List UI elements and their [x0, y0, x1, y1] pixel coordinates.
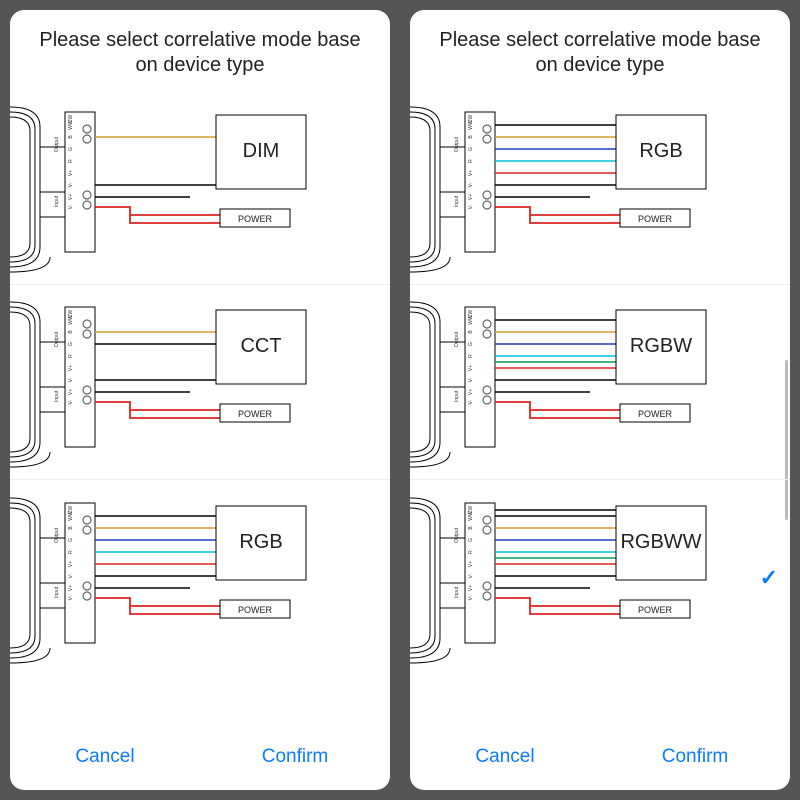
svg-text:Output: Output: [54, 136, 60, 152]
mode-select-modal: Please select correlative mode base on d…: [10, 10, 390, 790]
svg-text:V-: V-: [468, 399, 474, 404]
mode-select-modal: Please select correlative mode base on d…: [410, 10, 790, 790]
svg-text:V-: V-: [468, 595, 474, 600]
wiring-diagram-icon: Output Input V-V+V-V+RGBWWCW RGB POWER: [10, 488, 350, 668]
svg-text:POWER: POWER: [638, 214, 673, 224]
svg-text:B: B: [68, 330, 74, 334]
svg-text:V-: V-: [68, 377, 74, 382]
svg-text:G: G: [68, 147, 74, 151]
svg-text:V-: V-: [468, 377, 474, 382]
wiring-diagram-icon: Output Input V-V+V-V+RGBWWCW CCT POWER: [10, 292, 350, 472]
mode-option-rgbww[interactable]: Output Input V-V+V-V+RGBWWCW RGBWW POWER…: [410, 480, 790, 675]
svg-text:Input: Input: [54, 390, 60, 402]
mode-option-rgb[interactable]: Output Input V-V+V-V+RGBWWCW RGB POWER: [10, 480, 390, 675]
svg-text:CW: CW: [68, 115, 74, 124]
svg-text:B: B: [68, 525, 74, 529]
svg-text:Input: Input: [454, 586, 460, 598]
mode-option-rgb[interactable]: Output Input V-V+V-V+RGBWWCW RGB POWER: [410, 90, 790, 285]
svg-text:Output: Output: [454, 331, 460, 347]
svg-text:Input: Input: [54, 195, 60, 207]
svg-text:V+: V+: [68, 170, 74, 176]
svg-text:V-: V-: [68, 573, 74, 578]
svg-text:Input: Input: [54, 586, 60, 598]
svg-text:G: G: [468, 537, 474, 541]
mode-label: DIM: [243, 140, 280, 162]
svg-text:V-: V-: [468, 182, 474, 187]
svg-text:V+: V+: [68, 194, 74, 200]
mode-label: RGB: [239, 531, 282, 553]
svg-text:R: R: [68, 549, 74, 553]
svg-text:CW: CW: [68, 505, 74, 514]
svg-text:B: B: [468, 330, 474, 334]
svg-text:V+: V+: [468, 584, 474, 590]
svg-text:Input: Input: [454, 390, 460, 402]
svg-text:Output: Output: [454, 527, 460, 543]
svg-text:B: B: [68, 135, 74, 139]
svg-text:Output: Output: [54, 527, 60, 543]
svg-text:G: G: [68, 342, 74, 346]
svg-text:V-: V-: [468, 204, 474, 209]
svg-text:V-: V-: [68, 399, 74, 404]
svg-text:CW: CW: [468, 310, 474, 319]
svg-text:R: R: [468, 354, 474, 358]
svg-text:V+: V+: [68, 560, 74, 566]
confirm-button[interactable]: Confirm: [200, 746, 390, 768]
svg-text:V+: V+: [68, 584, 74, 590]
svg-text:G: G: [68, 537, 74, 541]
svg-text:V+: V+: [468, 194, 474, 200]
modal-title: Please select correlative mode base on d…: [410, 10, 790, 90]
svg-text:POWER: POWER: [638, 605, 673, 615]
modal-title: Please select correlative mode base on d…: [10, 10, 390, 90]
wiring-diagram-icon: Output Input V-V+V-V+RGBWWCW DIM POWER: [10, 97, 350, 277]
wiring-diagram-icon: Output Input V-V+V-V+RGBWWCW RGBWW POWER: [410, 488, 750, 668]
svg-text:R: R: [468, 159, 474, 163]
svg-text:G: G: [468, 342, 474, 346]
wiring-diagram-icon: Output Input V-V+V-V+RGBWWCW RGB POWER: [410, 97, 750, 277]
svg-text:CW: CW: [68, 310, 74, 319]
svg-text:V+: V+: [468, 365, 474, 371]
modal-footer: Cancel Confirm: [10, 734, 390, 790]
confirm-button[interactable]: Confirm: [600, 746, 790, 768]
cancel-button[interactable]: Cancel: [410, 746, 600, 768]
mode-label: RGBWW: [620, 531, 701, 553]
options-list[interactable]: Output Input V-V+V-V+RGBWWCW DIM POWER: [10, 90, 390, 734]
mode-option-rgbw[interactable]: Output Input V-V+V-V+RGBWWCW RGBW POWER: [410, 285, 790, 480]
svg-text:POWER: POWER: [238, 409, 273, 419]
svg-text:POWER: POWER: [238, 214, 273, 224]
left-screen: Please select correlative mode base on d…: [0, 0, 400, 800]
svg-text:V-: V-: [68, 595, 74, 600]
svg-text:Output: Output: [454, 136, 460, 152]
svg-text:G: G: [468, 147, 474, 151]
svg-text:POWER: POWER: [638, 409, 673, 419]
svg-text:Output: Output: [54, 331, 60, 347]
svg-text:POWER: POWER: [238, 605, 273, 615]
svg-text:R: R: [68, 159, 74, 163]
svg-text:B: B: [468, 525, 474, 529]
svg-text:B: B: [468, 135, 474, 139]
mode-option-cct[interactable]: Output Input V-V+V-V+RGBWWCW CCT POWER: [10, 285, 390, 480]
svg-text:V-: V-: [68, 204, 74, 209]
svg-text:V+: V+: [468, 389, 474, 395]
modal-footer: Cancel Confirm: [410, 734, 790, 790]
svg-text:R: R: [468, 549, 474, 553]
cancel-button[interactable]: Cancel: [10, 746, 200, 768]
svg-text:Input: Input: [454, 195, 460, 207]
svg-text:V+: V+: [68, 389, 74, 395]
svg-text:V-: V-: [68, 182, 74, 187]
svg-text:V+: V+: [68, 365, 74, 371]
mode-label: CCT: [240, 335, 281, 357]
svg-text:CW: CW: [468, 115, 474, 124]
check-icon: ✓: [760, 565, 778, 591]
svg-text:V+: V+: [468, 560, 474, 566]
mode-label: RGB: [639, 140, 682, 162]
wiring-diagram-icon: Output Input V-V+V-V+RGBWWCW RGBW POWER: [410, 292, 750, 472]
right-screen: Please select correlative mode base on d…: [400, 0, 800, 800]
svg-text:V-: V-: [468, 573, 474, 578]
mode-label: RGBW: [630, 335, 692, 357]
svg-text:CW: CW: [468, 505, 474, 514]
svg-text:V+: V+: [468, 170, 474, 176]
svg-text:R: R: [68, 354, 74, 358]
mode-option-dim[interactable]: Output Input V-V+V-V+RGBWWCW DIM POWER: [10, 90, 390, 285]
options-list[interactable]: Output Input V-V+V-V+RGBWWCW RGB POWER: [410, 90, 790, 734]
